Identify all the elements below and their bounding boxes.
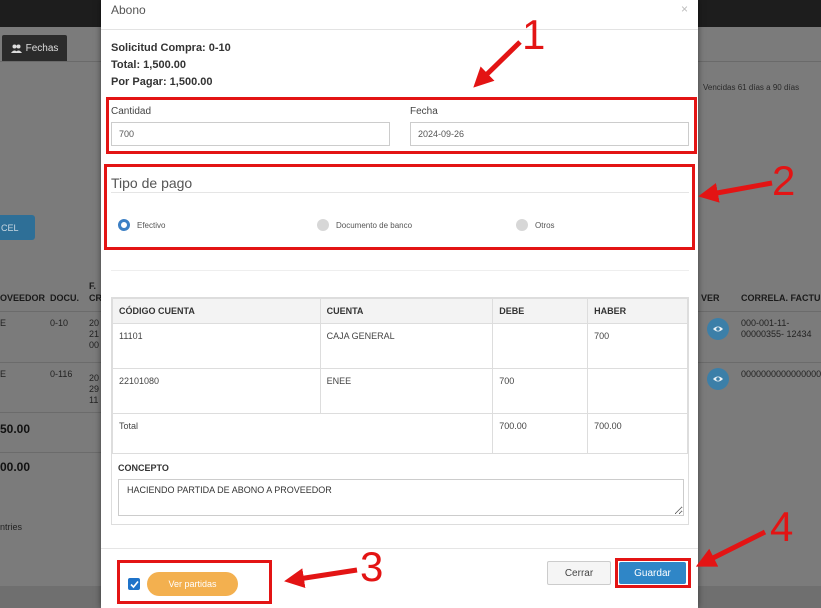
row2-fcr: 20 29 11 (89, 373, 100, 405)
total-amount: Total: 1,500.00 (111, 59, 186, 71)
highlight-box-1 (106, 97, 697, 154)
bg-total-2: 00.00 (0, 460, 31, 474)
tab-fechas[interactable]: Fechas (2, 35, 67, 61)
row1-correla: 000-001-11- 00000355- 12434 (741, 318, 812, 339)
col-correla: CORRELA. FACTUR (741, 293, 821, 303)
view-eye-icon[interactable] (707, 318, 729, 340)
close-icon[interactable]: × (681, 2, 688, 16)
annotation-number-3: 3 (360, 543, 384, 590)
excel-button[interactable]: CEL (0, 215, 35, 240)
table-row: 11101 CAJA GENERAL 700 (112, 323, 688, 369)
row-divider (0, 452, 101, 453)
annotation-number-4: 4 (770, 503, 794, 550)
highlight-box-4 (615, 558, 691, 588)
footer-divider (101, 548, 698, 549)
col-cuenta: CUENTA (319, 298, 494, 324)
row2-docu: 0-116 (50, 369, 73, 379)
col-debe: DEBE (492, 298, 589, 324)
cell-cuenta: ENEE (319, 368, 494, 414)
row-divider (0, 412, 101, 413)
purchase-summary: Solicitud Compra: 0-10 Total: 1,500.00 P… (111, 40, 231, 91)
col-codigo-cuenta: CÓDIGO CUENTA (112, 298, 321, 324)
row2-correla: 0000000000000000 (741, 369, 821, 379)
solicitud-compra: Solicitud Compra: 0-10 (111, 42, 231, 54)
aging-filter-label: Vencidas 61 días a 90 días (703, 83, 800, 92)
cell-total-label: Total (111, 413, 494, 454)
row1-fcr: 20 21 00 (89, 318, 100, 350)
users-icon (10, 44, 22, 53)
col-docu: DOCU. (50, 293, 79, 303)
accounting-table: CÓDIGO CUENTA CUENTA DEBE HABER 11101 CA… (111, 298, 688, 454)
cell-total-haber: 700.00 (587, 413, 688, 454)
abono-modal: Abono × Solicitud Compra: 0-10 Total: 1,… (101, 0, 698, 608)
row1-prov: E (0, 318, 7, 328)
entries-info: ntries (0, 522, 23, 532)
section-divider (111, 270, 689, 271)
row2-prov: E (0, 369, 7, 379)
highlight-box-2 (104, 164, 695, 250)
view-eye-icon[interactable] (707, 368, 729, 390)
cell-debe (492, 323, 589, 369)
concepto-textarea[interactable]: HACIENDO PARTIDA DE ABONO A PROVEEDOR (118, 479, 684, 516)
accounting-panel: CÓDIGO CUENTA CUENTA DEBE HABER 11101 CA… (111, 297, 689, 525)
annotation-number-1: 1 (522, 11, 546, 58)
annotation-number-2: 2 (772, 157, 796, 204)
col-proveedor: OVEEDOR (0, 293, 46, 303)
col-haber: HABER (587, 298, 688, 324)
cerrar-button[interactable]: Cerrar (547, 561, 611, 585)
tab-fechas-label: Fechas (25, 42, 59, 54)
table-total-row: Total 700.00 700.00 (111, 413, 688, 454)
cell-haber: 700 (587, 323, 688, 369)
modal-header: Abono × (101, 0, 698, 30)
cell-total-debe: 700.00 (492, 413, 589, 454)
concepto-label: CONCEPTO (118, 463, 169, 473)
cell-debe: 700 (492, 368, 589, 414)
cell-codigo: 11101 (112, 323, 321, 369)
table-header-row: CÓDIGO CUENTA CUENTA DEBE HABER (112, 298, 688, 324)
col-ver: VER (701, 293, 720, 303)
bg-total-1: 50.00 (0, 422, 31, 436)
cell-haber (587, 368, 688, 414)
cell-codigo: 22101080 (112, 368, 321, 414)
highlight-box-3 (117, 560, 272, 604)
por-pagar-amount: Por Pagar: 1,500.00 (111, 76, 213, 88)
table-row: 22101080 ENEE 700 (112, 368, 688, 414)
modal-title: Abono (111, 3, 146, 17)
row1-docu: 0-10 (50, 318, 69, 328)
col-fcr-line1: F. (89, 281, 97, 291)
cell-cuenta: CAJA GENERAL (319, 323, 494, 369)
